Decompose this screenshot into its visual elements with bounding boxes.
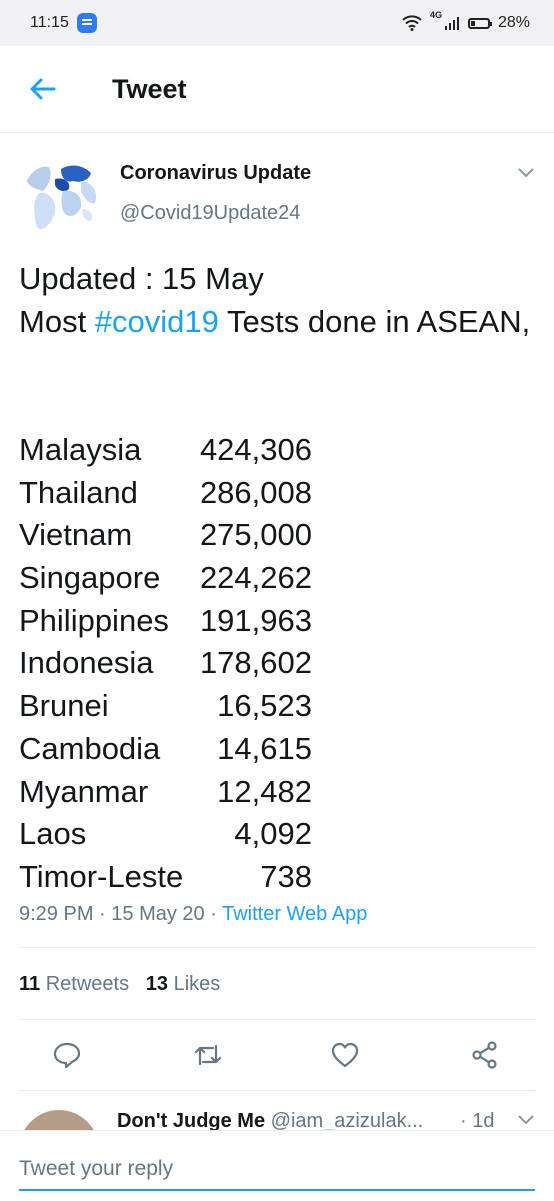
battery-percent: 28% bbox=[497, 14, 530, 31]
reply-composer bbox=[0, 1130, 554, 1201]
tweet-date: 15 May 20 bbox=[111, 903, 205, 925]
likes-count: 13 bbox=[145, 973, 169, 995]
test-count: 424,306 bbox=[199, 432, 312, 467]
reply-time: · 1d bbox=[460, 1110, 495, 1130]
page-title: Tweet bbox=[112, 74, 187, 104]
country-name: Timor-Leste bbox=[19, 858, 184, 894]
test-count: 14,615 bbox=[217, 730, 312, 766]
tweet-meta: 9:29 PM · 15 May 20 · Twitter Web App bbox=[19, 903, 368, 925]
tests-row: Thailand 286,008 bbox=[19, 472, 312, 515]
country-name: Vietnam bbox=[19, 517, 133, 553]
tweet-time: 9:29 PM bbox=[19, 903, 94, 925]
status-bar: 11:15 4G 28% bbox=[0, 0, 554, 46]
tests-row: Cambodia 14,615 bbox=[19, 728, 312, 771]
back-arrow-icon[interactable] bbox=[28, 75, 58, 103]
test-count: 738 bbox=[260, 858, 312, 894]
author-name[interactable]: Coronavirus Update bbox=[120, 162, 311, 185]
chevron-down-icon[interactable] bbox=[517, 167, 535, 179]
share-icon[interactable] bbox=[470, 1040, 500, 1070]
divider bbox=[19, 947, 535, 948]
hashtag-link[interactable]: #covid19 bbox=[95, 304, 219, 339]
test-count: 191,963 bbox=[199, 602, 312, 638]
country-name: Malaysia bbox=[19, 432, 142, 467]
tests-row: Indonesia 178,602 bbox=[19, 642, 312, 685]
tweet-text-line1: Updated : 15 May bbox=[19, 261, 264, 296]
country-name: Indonesia bbox=[19, 645, 154, 681]
retweets-stat[interactable]: 11 Retweets bbox=[19, 973, 129, 995]
tweet-source-link[interactable]: Twitter Web App bbox=[222, 903, 367, 925]
country-name: Cambodia bbox=[19, 730, 161, 766]
reply-author[interactable]: Don't Judge Me @iam_azizulak... bbox=[117, 1110, 423, 1130]
reply-input[interactable] bbox=[19, 1149, 535, 1189]
country-name: Brunei bbox=[19, 688, 109, 724]
divider bbox=[19, 1090, 535, 1091]
tests-row: Timor-Leste 738 bbox=[19, 856, 312, 899]
test-count: 275,000 bbox=[199, 517, 312, 553]
likes-stat[interactable]: 13 Likes bbox=[146, 973, 221, 995]
country-name: Philippines bbox=[19, 602, 169, 638]
reply-author-name: Don't Judge Me bbox=[117, 1110, 266, 1130]
tweet-actions bbox=[0, 1030, 554, 1080]
app-header: Tweet bbox=[0, 46, 554, 133]
tests-row: Malaysia 424,306 bbox=[19, 429, 312, 472]
battery-icon bbox=[467, 17, 492, 29]
status-bar-left: 11:15 bbox=[30, 13, 97, 33]
likes-label: Likes bbox=[173, 973, 221, 995]
tweet-text-prefix: Most bbox=[19, 304, 95, 339]
retweets-count: 11 bbox=[19, 973, 41, 995]
tests-row: Singapore 224,262 bbox=[19, 557, 312, 600]
retweets-label: Retweets bbox=[45, 973, 130, 995]
reply-author-handle: @iam_azizulak... bbox=[270, 1110, 424, 1130]
tests-row: Myanmar 12,482 bbox=[19, 771, 312, 814]
chevron-down-icon[interactable] bbox=[517, 1114, 535, 1126]
country-name: Singapore bbox=[19, 560, 161, 596]
signal-icon bbox=[444, 17, 459, 30]
test-count: 12,482 bbox=[217, 773, 312, 809]
retweet-icon[interactable] bbox=[193, 1040, 223, 1070]
tests-row: Brunei 16,523 bbox=[19, 685, 312, 728]
network-type: 4G bbox=[429, 10, 442, 20]
test-count: 16,523 bbox=[217, 688, 312, 724]
wifi-icon bbox=[402, 15, 422, 31]
reply-preview[interactable]: Don't Judge Me @iam_azizulak... · 1d bbox=[0, 1100, 554, 1130]
like-icon[interactable] bbox=[330, 1040, 360, 1070]
status-time: 11:15 bbox=[30, 14, 69, 31]
test-count: 178,602 bbox=[199, 645, 312, 681]
input-underline bbox=[19, 1189, 535, 1191]
test-count: 224,262 bbox=[199, 560, 312, 596]
country-name: Laos bbox=[19, 816, 87, 852]
country-name: Myanmar bbox=[19, 773, 149, 809]
tests-row: Philippines 191,963 bbox=[19, 600, 312, 643]
tests-row: Laos 4,092 bbox=[19, 813, 312, 856]
tweet-text: Updated : 15 May Most #covid19 Tests done… bbox=[19, 257, 539, 343]
reply-avatar[interactable] bbox=[19, 1110, 99, 1130]
status-bar-right: 4G 28% bbox=[402, 10, 530, 32]
avatar[interactable] bbox=[19, 151, 103, 235]
test-count: 4,092 bbox=[234, 816, 312, 852]
tests-table: Malaysia 424,306 Thailand 286,008 Vietnam 275… bbox=[19, 429, 312, 899]
message-icon bbox=[76, 13, 97, 33]
reply-icon[interactable] bbox=[52, 1040, 82, 1070]
divider bbox=[19, 1019, 535, 1020]
tweet-stats: 11 Retweets 13 Likes bbox=[19, 973, 220, 996]
tweet-text-suffix: Tests done in ASEAN, bbox=[218, 304, 531, 339]
test-count: 286,008 bbox=[199, 474, 312, 510]
tests-row: Vietnam 275,000 bbox=[19, 514, 312, 557]
author-handle[interactable]: @Covid19Update24 bbox=[120, 202, 300, 225]
country-name: Thailand bbox=[19, 474, 138, 510]
